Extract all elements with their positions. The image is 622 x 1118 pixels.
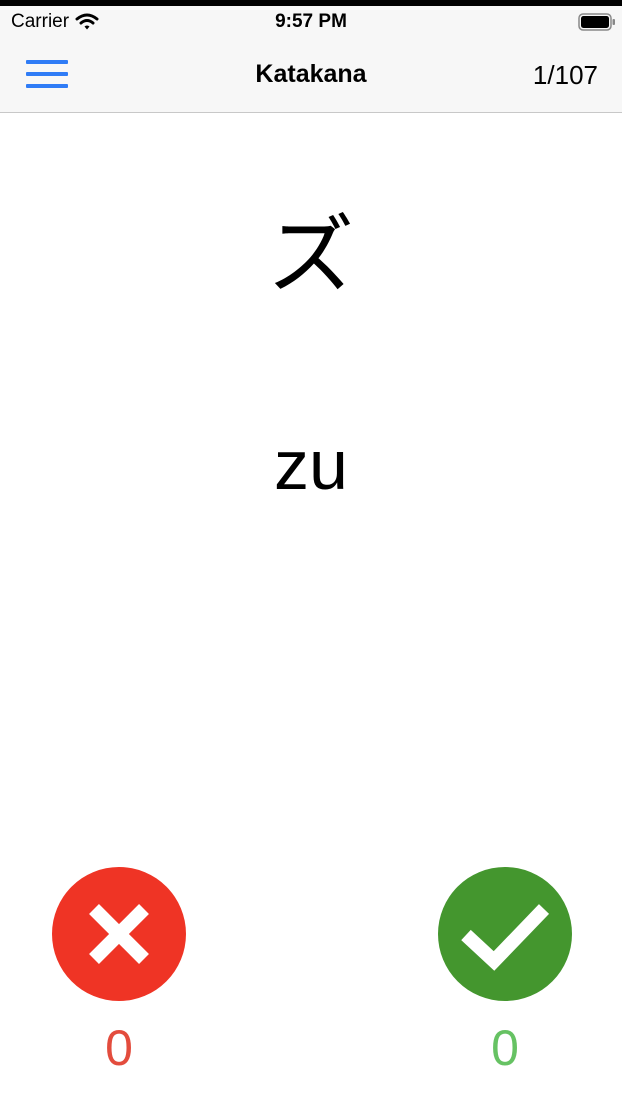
checkmark-icon bbox=[461, 904, 550, 971]
page-title: Katakana bbox=[255, 60, 367, 88]
status-bar: Carrier 9:57 PM bbox=[0, 6, 622, 40]
wrong-count: 0 bbox=[105, 1020, 133, 1076]
clock: 9:57 PM bbox=[275, 11, 347, 32]
battery-icon bbox=[578, 13, 615, 31]
correct-answer-button[interactable] bbox=[438, 867, 572, 1001]
romaji-reading: zu bbox=[274, 426, 348, 504]
wrong-answer-button[interactable] bbox=[52, 867, 186, 1001]
card-counter: 1/107 bbox=[532, 60, 598, 90]
navigation-bar: Katakana 1/107 bbox=[0, 40, 622, 113]
kana-character: ズ bbox=[268, 206, 354, 306]
close-icon bbox=[89, 904, 149, 964]
correct-count: 0 bbox=[491, 1020, 519, 1076]
app-screen: Carrier 9:57 PM Katakana 1/107 ズ zu 0 0 bbox=[0, 0, 622, 1118]
